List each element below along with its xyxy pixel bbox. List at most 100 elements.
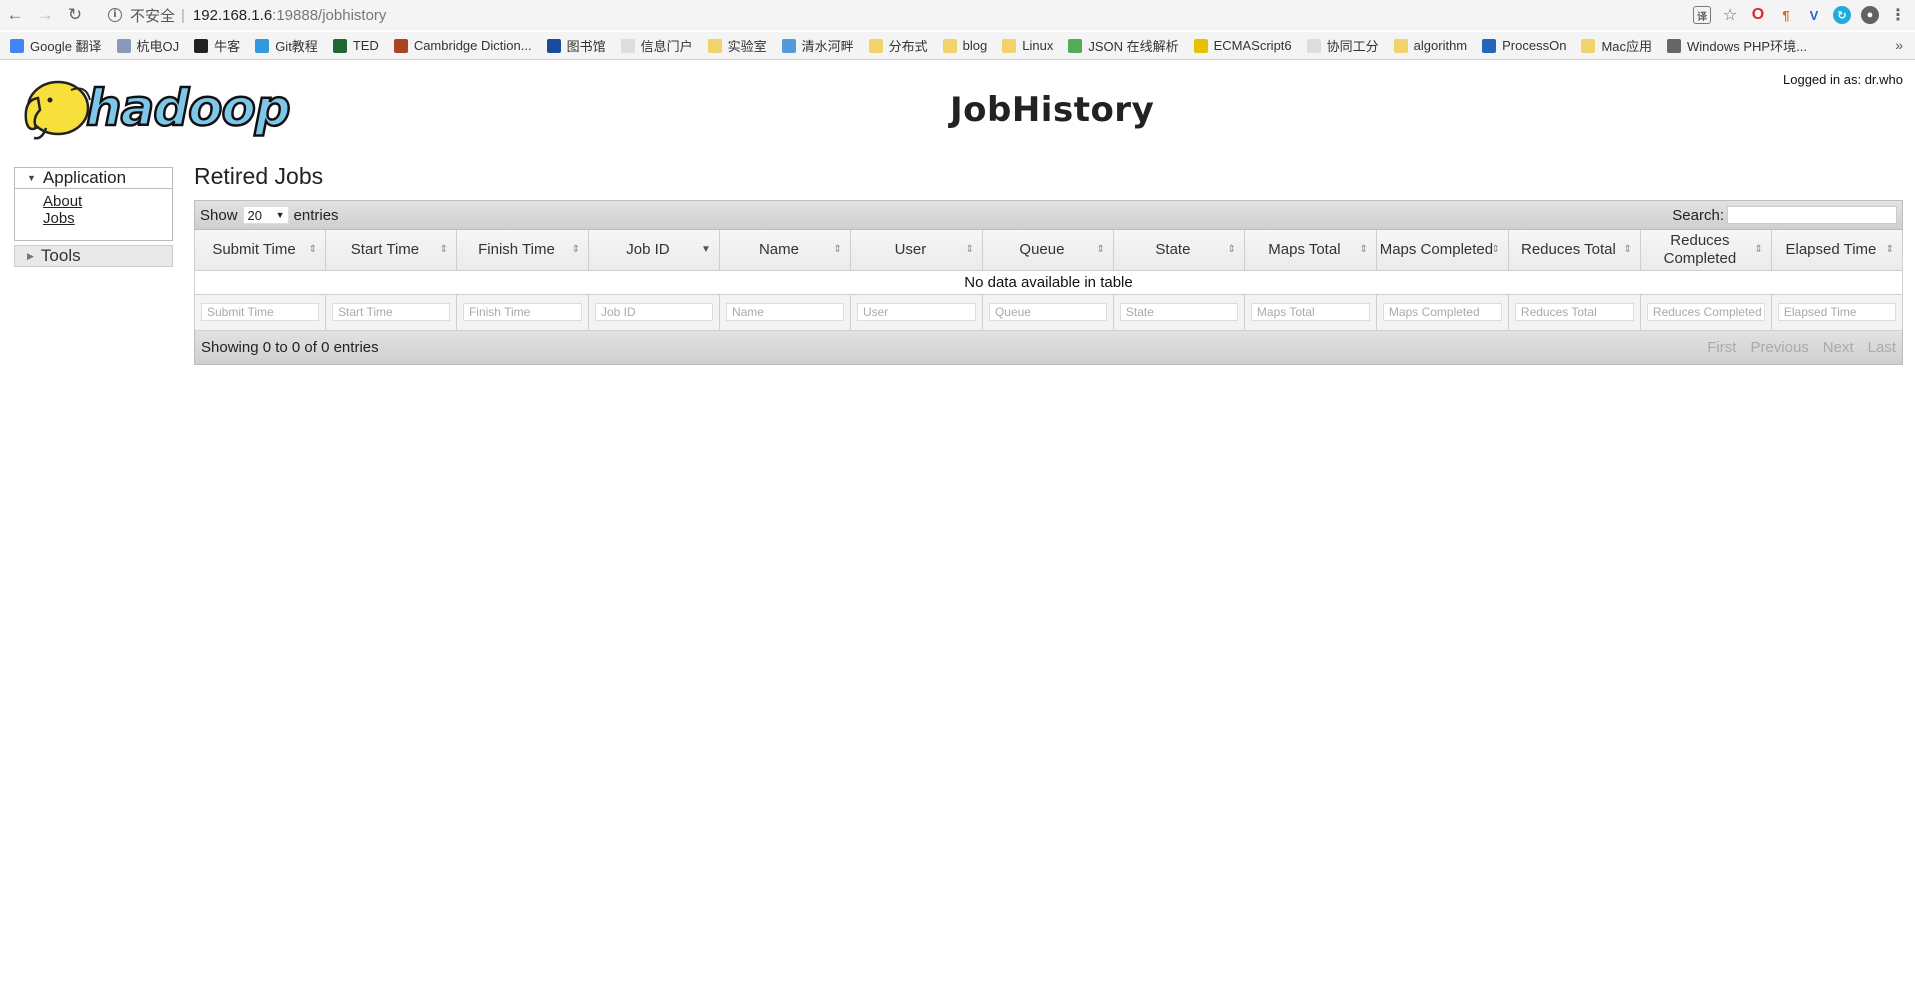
table-info: Showing 0 to 0 of 0 entries	[201, 338, 379, 356]
url-host: 192.168.1.6	[192, 6, 273, 24]
translate-page-icon[interactable]: 译	[1693, 6, 1711, 24]
reload-icon[interactable]: ↻	[60, 0, 90, 30]
column-header[interactable]: Start Time ⇕	[324, 230, 457, 271]
next-page-button[interactable]: Next	[1823, 339, 1854, 356]
bookmark-item[interactable]: Cambridge Diction...	[393, 38, 532, 53]
git-icon	[255, 38, 270, 53]
page-icon	[1306, 38, 1321, 53]
bookmark-item[interactable]: ProcessOn	[1482, 38, 1566, 53]
cambridge-icon	[393, 38, 408, 53]
sync-extension-icon[interactable]: ↻	[1833, 6, 1851, 24]
tools-accordion-header[interactable]: ▶ Tools	[14, 245, 173, 267]
bookmark-item[interactable]: blog	[942, 38, 988, 53]
bookmark-item[interactable]: Linux	[1002, 38, 1053, 53]
account-icon[interactable]: ●	[1861, 6, 1879, 24]
about-link[interactable]: About	[43, 193, 172, 210]
opera-extension-icon[interactable]: O	[1749, 6, 1767, 24]
column-header[interactable]: Reduces Total ⇕	[1507, 230, 1641, 271]
column-filter-input[interactable]: User	[856, 303, 976, 321]
column-header[interactable]: Job ID ▼	[587, 230, 720, 271]
application-accordion-header[interactable]: ▼ Application	[14, 167, 173, 189]
sort-both-icon: ⇕	[1359, 243, 1368, 255]
column-header[interactable]: Finish Time ⇕	[455, 230, 589, 271]
previous-page-button[interactable]: Previous	[1750, 339, 1808, 356]
star-icon[interactable]: ☆	[1721, 6, 1739, 24]
bookmark-item[interactable]: 分布式	[868, 36, 928, 55]
column-filter-input[interactable]: Queue	[988, 303, 1107, 321]
section-title: Retired Jobs	[194, 163, 324, 189]
bookmark-item[interactable]: 清水河畔	[781, 36, 854, 55]
address-bar[interactable]: i 不安全 | 192.168.1.6:19888/jobhistory	[108, 3, 1678, 27]
ted-icon	[332, 38, 347, 53]
vimium-extension-icon[interactable]: V	[1805, 6, 1823, 24]
column-header[interactable]: User ⇕	[849, 230, 983, 271]
column-header[interactable]: Submit Time ⇕	[194, 230, 326, 271]
column-header[interactable]: Maps Completed ⇕	[1375, 230, 1509, 271]
last-page-button[interactable]: Last	[1868, 339, 1896, 356]
dropdown-arrow-icon: ▼	[275, 210, 285, 220]
info-icon[interactable]: i	[108, 8, 122, 22]
column-header[interactable]: Elapsed Time ⇕	[1770, 230, 1904, 271]
column-filter-input[interactable]: Name	[725, 303, 844, 321]
bookmark-item[interactable]: Mac应用	[1581, 36, 1652, 55]
bookmark-label: 牛客	[214, 39, 241, 54]
first-page-button[interactable]: First	[1707, 339, 1736, 356]
column-filter-input[interactable]: State	[1119, 303, 1238, 321]
column-filter-input[interactable]: Finish Time	[462, 303, 582, 321]
bookmark-label: blog	[962, 38, 988, 53]
bookmark-item[interactable]: 杭电OJ	[116, 36, 179, 55]
bookmark-item[interactable]: 牛客	[194, 36, 240, 55]
bookmark-item[interactable]: 图书馆	[546, 36, 606, 55]
column-filter-input[interactable]: Maps Completed	[1382, 303, 1502, 321]
url-separator: |	[181, 6, 185, 24]
bookmark-item[interactable]: Google 翻译	[10, 36, 102, 55]
column-header-label: State	[1155, 240, 1191, 258]
column-filter-input[interactable]: Job ID	[594, 303, 713, 321]
column-filter-input[interactable]: Reduces Total	[1514, 303, 1634, 321]
menu-icon[interactable]: ⋮	[1889, 6, 1907, 24]
sidebar: ▼ Application About Jobs ▶ Tools	[14, 167, 173, 267]
bookmark-item[interactable]: TED	[332, 38, 379, 53]
column-header-label: Job ID	[626, 240, 670, 258]
column-header[interactable]: Queue ⇕	[981, 230, 1114, 271]
column-header[interactable]: Name ⇕	[718, 230, 851, 271]
filter-cell: Name	[718, 293, 851, 331]
bookmark-item[interactable]: algorithm	[1393, 38, 1468, 53]
column-filter-input[interactable]: Maps Total	[1250, 303, 1370, 321]
bookmark-item[interactable]: ECMAScript6	[1193, 38, 1292, 53]
column-header-label: Reduces Total	[1521, 240, 1616, 258]
forward-icon[interactable]: →	[30, 0, 60, 30]
column-filter-input[interactable]: Start Time	[331, 303, 450, 321]
page-length-select[interactable]: 20 ▼	[242, 206, 289, 224]
library-icon	[546, 38, 561, 53]
back-icon[interactable]: ←	[0, 0, 30, 30]
column-filter-input[interactable]: Submit Time	[201, 303, 319, 321]
column-header[interactable]: State ⇕	[1112, 230, 1245, 271]
bookmark-item[interactable]: Windows PHP环境...	[1667, 36, 1807, 55]
logged-in-user: Logged in as: dr.who	[1783, 72, 1903, 87]
bookmark-label: 协同工分	[1326, 39, 1379, 54]
pilcrow-extension-icon[interactable]: ¶	[1777, 6, 1795, 24]
column-header-label: Maps Total	[1268, 240, 1341, 258]
bookmark-item[interactable]: 实验室	[707, 36, 767, 55]
bookmark-item[interactable]: Git教程	[255, 36, 318, 55]
jobs-link[interactable]: Jobs	[43, 210, 172, 227]
column-header[interactable]: Reduces Completed ⇕	[1639, 230, 1772, 271]
bookmark-item[interactable]: JSON 在线解析	[1068, 36, 1179, 55]
bookmark-label: Linux	[1022, 38, 1054, 53]
bookmarks-overflow-icon[interactable]: »	[1895, 37, 1903, 53]
folder-icon	[1393, 38, 1408, 53]
jobs-table-wrapper: Show 20 ▼ entries Search: Submit Time ⇕ St…	[194, 200, 1904, 365]
application-label: Application	[42, 168, 127, 187]
column-header-label: Submit Time	[212, 240, 296, 258]
bookmark-label: algorithm	[1413, 38, 1468, 53]
column-filter-input[interactable]: Reduces Completed	[1646, 303, 1765, 321]
bookmark-item[interactable]: 协同工分	[1306, 36, 1379, 55]
elephant-icon	[24, 80, 91, 140]
search-input[interactable]	[1727, 206, 1897, 224]
sort-both-icon: ⇕	[1623, 243, 1632, 255]
column-header[interactable]: Maps Total ⇕	[1243, 230, 1377, 271]
filter-cell: User	[849, 293, 983, 331]
column-filter-input[interactable]: Elapsed Time	[1777, 303, 1896, 321]
bookmark-item[interactable]: 信息门户	[620, 36, 693, 55]
